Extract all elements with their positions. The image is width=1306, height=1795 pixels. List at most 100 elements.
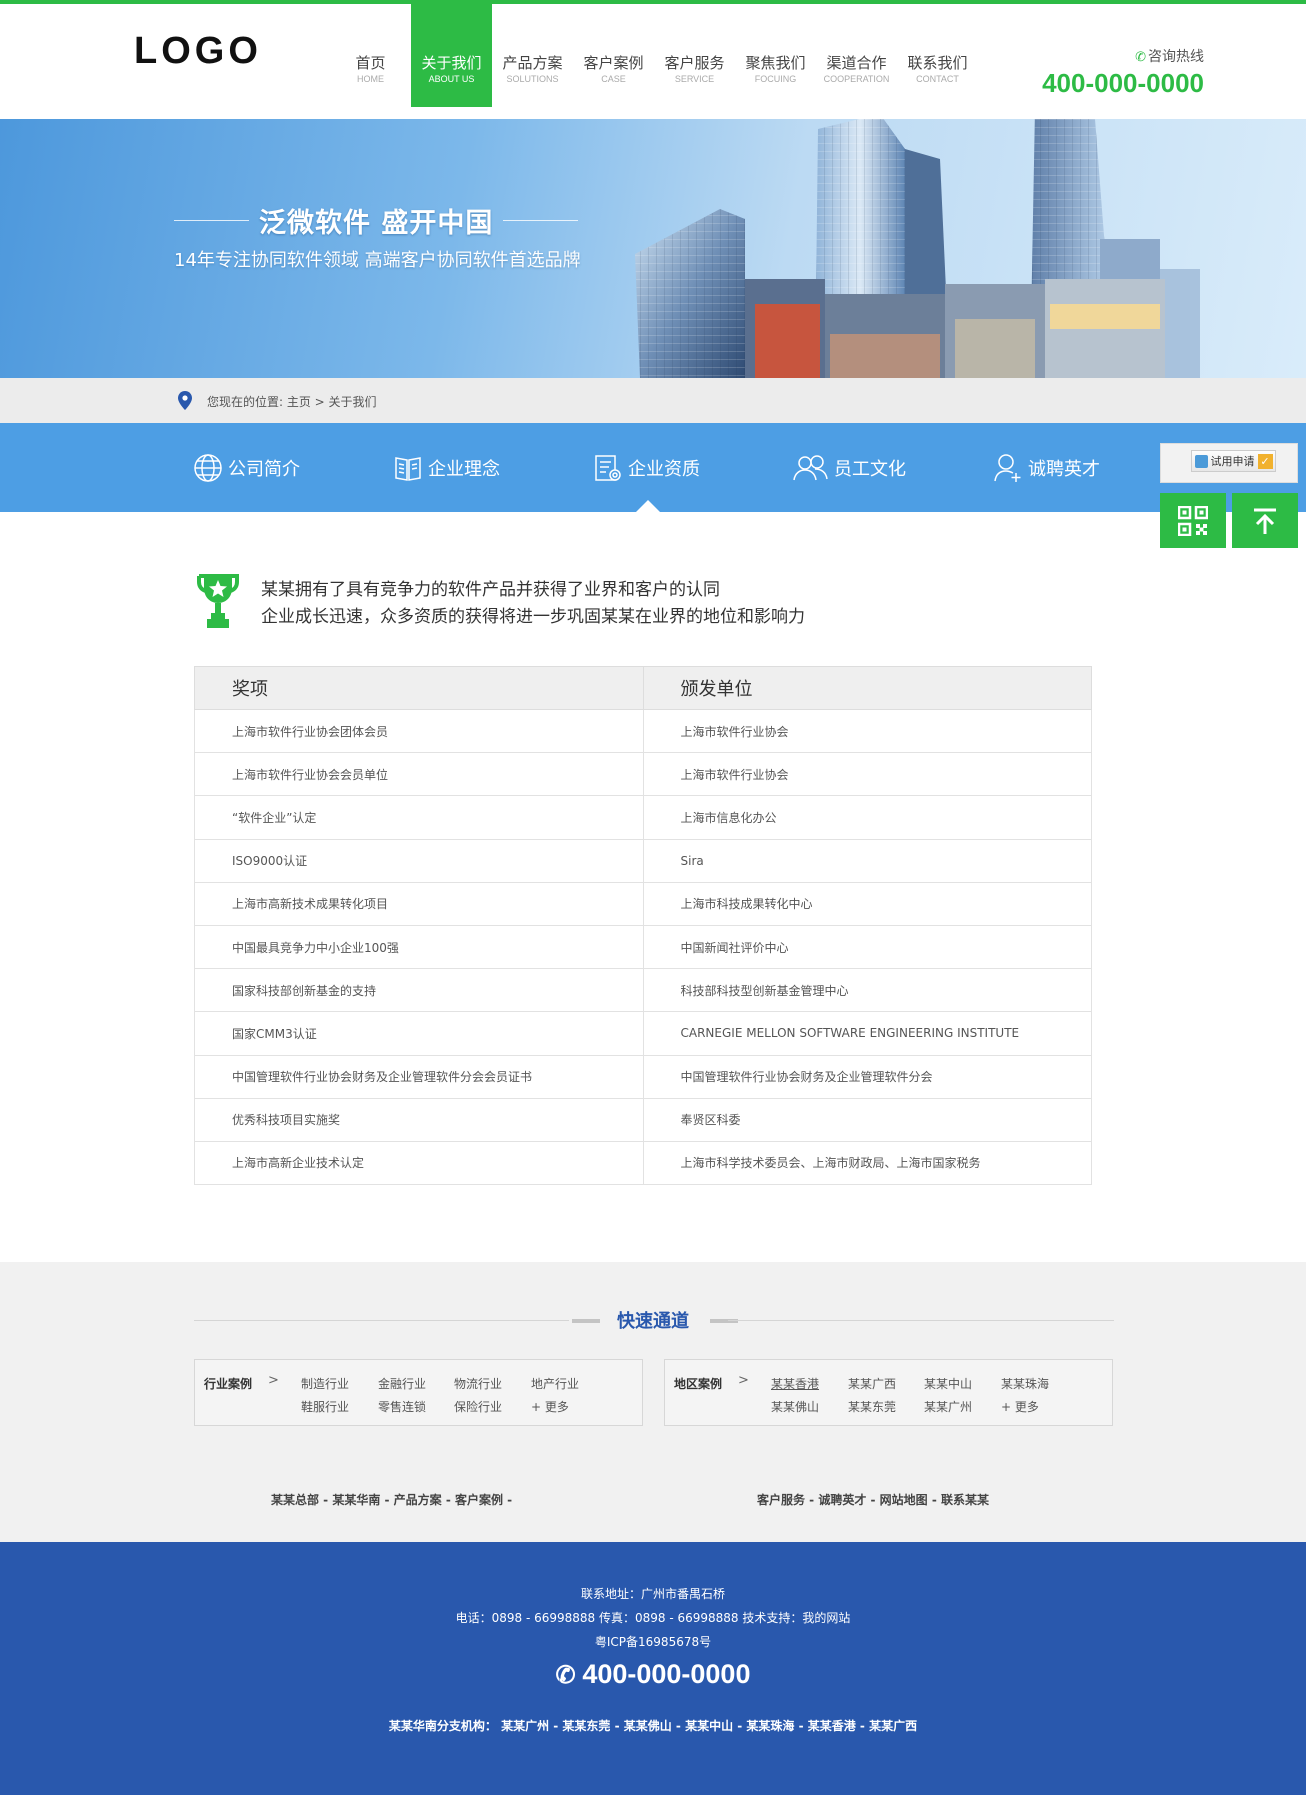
subnav-label: 诚聘英才 bbox=[1028, 458, 1100, 480]
table-row: 中国最具竞争力中小企业100强 中国新闻社评价中心 bbox=[194, 924, 1092, 970]
issuer-cell: 上海市科学技术委员会、上海市财政局、上海市国家税务 bbox=[642, 1140, 1092, 1186]
globe-icon bbox=[194, 453, 222, 482]
subnav-company-intro[interactable]: 公司简介 bbox=[193, 423, 300, 512]
award-cell: 中国最具竞争力中小企业100强 bbox=[194, 924, 644, 970]
industry-link[interactable]: 零售连锁 bbox=[378, 1398, 426, 1415]
award-cell: 中国管理软件行业协会财务及企业管理软件分会会员证书 bbox=[194, 1054, 644, 1099]
issuer-cell: CARNEGIE MELLON SOFTWARE ENGINEERING INS… bbox=[642, 1011, 1092, 1056]
footer-branches[interactable]: 某某华南分支机构： 某某广州 - 某某东莞 - 某某佛山 - 某某中山 - 某某… bbox=[0, 1717, 1306, 1734]
breadcrumb-text[interactable]: 您现在的位置: 主页 > 关于我们 bbox=[207, 393, 377, 410]
trophy-icon bbox=[197, 574, 239, 628]
industry-cases-box: 行业案例 > 制造行业 金融行业 物流行业 地产行业 鞋服行业 零售连锁 保险行… bbox=[194, 1359, 643, 1426]
region-link[interactable]: 某某珠海 bbox=[1001, 1375, 1049, 1392]
trial-button[interactable]: 试用申请 ✓ bbox=[1191, 450, 1276, 472]
quick-title-row: 快速通道 bbox=[0, 1262, 1306, 1332]
nav-label: 产品方案 bbox=[502, 54, 563, 72]
arrow-up-icon bbox=[1254, 508, 1276, 534]
table-row: ISO9000认证 Sira bbox=[194, 838, 1092, 883]
subnav-employee-culture[interactable]: 员工文化 bbox=[793, 423, 906, 512]
table-row: 国家科技部创新基金的支持 科技部科技型创新基金管理中心 bbox=[194, 968, 1092, 1013]
region-link[interactable]: 某某中山 bbox=[924, 1375, 972, 1392]
hotline-label-row: ✆ 咨询热线 bbox=[1042, 46, 1204, 66]
subnav-careers[interactable]: 诚聘英才 bbox=[993, 423, 1100, 512]
region-more-link[interactable]: + 更多 bbox=[1001, 1398, 1039, 1415]
nav-service[interactable]: 客户服务 SERVICE bbox=[654, 4, 735, 107]
issuer-cell: 上海市科技成果转化中心 bbox=[642, 881, 1092, 926]
industry-link[interactable]: 金融行业 bbox=[378, 1375, 426, 1392]
award-cell: 上海市高新技术成果转化项目 bbox=[194, 881, 644, 926]
industry-link[interactable]: 地产行业 bbox=[531, 1375, 579, 1392]
nav-cooperation[interactable]: 渠道合作 COOPERATION bbox=[816, 4, 897, 107]
nav-label: 聚焦我们 bbox=[745, 54, 806, 72]
certificate-icon bbox=[595, 454, 621, 481]
nav-label-en: CONTACT bbox=[916, 74, 959, 84]
footer-icp[interactable]: 粤ICP备16985678号 bbox=[0, 1633, 1306, 1650]
phone-icon: ✆ bbox=[1135, 50, 1146, 65]
issuer-cell: 中国新闻社评价中心 bbox=[642, 924, 1092, 970]
region-link[interactable]: 某某广州 bbox=[924, 1398, 972, 1415]
banner-title-text: 泛微软件 盛开中国 bbox=[259, 208, 494, 239]
footer-phone-number: 400-000-0000 bbox=[582, 1659, 751, 1689]
issuer-cell: 上海市信息化办公 bbox=[642, 795, 1092, 840]
nav-label-en: HOME bbox=[357, 74, 384, 84]
footer-address: 联系地址：广州市番禺石桥 bbox=[580, 1587, 725, 1601]
region-link[interactable]: 某某佛山 bbox=[771, 1398, 819, 1415]
nav-about-us[interactable]: 关于我们 ABOUT US bbox=[411, 4, 492, 107]
quick-title: 快速通道 bbox=[617, 1311, 689, 1332]
region-link[interactable]: 某某东莞 bbox=[848, 1398, 896, 1415]
hotline-label: 咨询热线 bbox=[1148, 49, 1204, 65]
nav-case[interactable]: 客户案例 CASE bbox=[573, 4, 654, 107]
back-to-top-button[interactable] bbox=[1232, 493, 1298, 548]
issuer-cell: Sira bbox=[642, 838, 1092, 883]
qr-code-button[interactable] bbox=[1160, 493, 1226, 548]
sub-navigation: 公司简介 企业理念 企业资质 员工文化 诚聘英才 bbox=[0, 423, 1306, 512]
divider-accent bbox=[572, 1319, 600, 1323]
site-header: LOGO 首页 HOME 关于我们 ABOUT US 产品方案 SOLUTIONS 客… bbox=[0, 4, 1306, 119]
nav-label: 客户服务 bbox=[664, 54, 725, 72]
chevron-right-icon: > bbox=[738, 1373, 749, 1388]
bottom-links-right[interactable]: 客户服务 - 诚聘英才 - 网站地图 - 联系某某 bbox=[757, 1491, 989, 1508]
table-header-row: 奖项 颁发单位 bbox=[194, 666, 1092, 710]
hotline: ✆ 咨询热线 400-000-0000 bbox=[1042, 46, 1204, 99]
table-row: 中国管理软件行业协会财务及企业管理软件分会会员证书 中国管理软件行业协会财务及企业… bbox=[194, 1054, 1092, 1099]
nav-label: 客户案例 bbox=[583, 54, 644, 72]
hotline-number: 400-000-0000 bbox=[1042, 68, 1204, 98]
divider bbox=[728, 1320, 1114, 1321]
subnav-qualifications[interactable]: 企业资质 bbox=[593, 423, 700, 512]
nav-solutions[interactable]: 产品方案 SOLUTIONS bbox=[492, 4, 573, 107]
subnav-philosophy[interactable]: 企业理念 bbox=[393, 423, 500, 512]
nav-label-en: ABOUT US bbox=[428, 74, 475, 84]
nav-label-en: COOPERATION bbox=[823, 74, 890, 84]
table-row: 上海市软件行业协会团体会员 上海市软件行业协会 bbox=[194, 708, 1092, 754]
main-nav: 首页 HOME 关于我们 ABOUT US 产品方案 SOLUTIONS 客户案例 CA… bbox=[330, 4, 978, 107]
bottom-links-left[interactable]: 某某总部 - 某某华南 - 产品方案 - 客户案例 - bbox=[271, 1491, 512, 1508]
title-rule-right bbox=[503, 220, 579, 221]
nav-contact[interactable]: 联系我们 CONTACT bbox=[897, 4, 978, 107]
nav-home[interactable]: 首页 HOME bbox=[330, 4, 411, 107]
nav-focus[interactable]: 聚焦我们 FOCUING bbox=[735, 4, 816, 107]
industry-link[interactable]: 保险行业 bbox=[454, 1398, 502, 1415]
breadcrumb: 您现在的位置: 主页 > 关于我们 bbox=[0, 378, 1306, 423]
region-cases-title[interactable]: 地区案例 bbox=[674, 1375, 722, 1392]
logo[interactable]: LOGO bbox=[134, 30, 262, 73]
nav-label-en: CASE bbox=[601, 74, 626, 84]
nav-label: 首页 bbox=[355, 54, 386, 72]
banner-title: 泛微软件 盛开中国 bbox=[174, 201, 579, 240]
industry-more-link[interactable]: + 更多 bbox=[531, 1398, 569, 1415]
location-pin-icon bbox=[178, 391, 192, 410]
issuer-cell: 上海市软件行业协会 bbox=[642, 708, 1092, 754]
industry-cases-title[interactable]: 行业案例 bbox=[204, 1375, 252, 1392]
subnav-label: 员工文化 bbox=[834, 458, 906, 480]
qr-code-icon bbox=[1178, 505, 1208, 536]
industry-link[interactable]: 鞋服行业 bbox=[301, 1398, 349, 1415]
region-link[interactable]: 某某广西 bbox=[848, 1375, 896, 1392]
region-link[interactable]: 某某香港 bbox=[771, 1375, 819, 1392]
industry-link[interactable]: 物流行业 bbox=[454, 1375, 502, 1392]
table-row: 上海市高新企业技术认定 上海市科学技术委员会、上海市财政局、上海市国家税务 bbox=[194, 1140, 1092, 1186]
people-icon bbox=[793, 454, 828, 480]
industry-link[interactable]: 制造行业 bbox=[301, 1375, 349, 1392]
nav-label: 联系我们 bbox=[907, 54, 968, 72]
user-icon bbox=[1194, 454, 1208, 468]
award-cell: 优秀科技项目实施奖 bbox=[194, 1097, 644, 1142]
trial-label: 试用申请 bbox=[1210, 455, 1255, 468]
